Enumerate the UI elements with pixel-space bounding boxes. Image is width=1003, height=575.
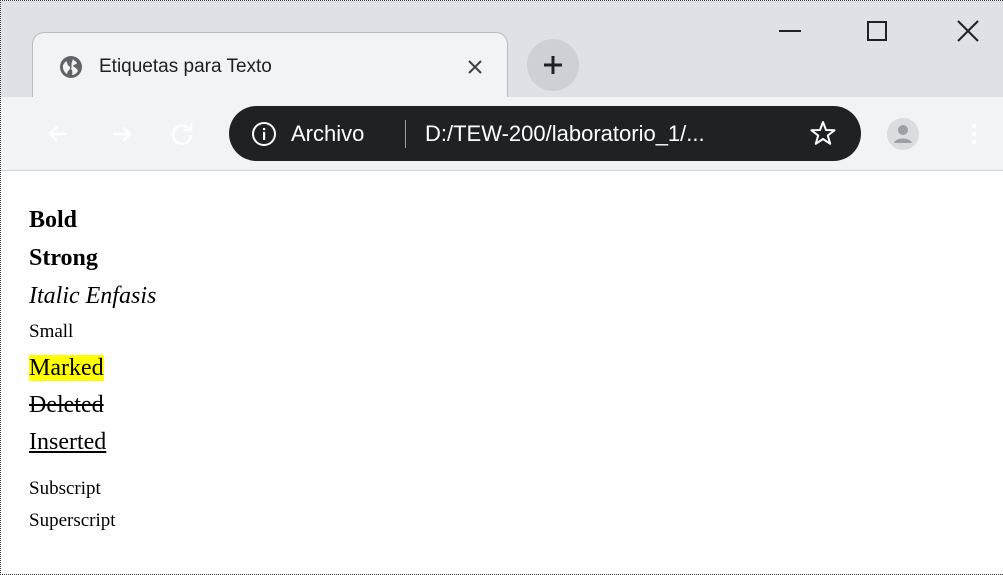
marked-line: Marked <box>29 349 156 387</box>
bold-text: Bold <box>29 207 78 233</box>
star-icon[interactable] <box>809 119 837 147</box>
tab-title: Etiquetas para Texto <box>99 56 272 77</box>
browser-window: Etiquetas para Texto Archivo D:/TEW-200/… <box>0 0 1003 575</box>
page-content: Bold Strong Italic Enfasis Small Marked … <box>29 201 156 537</box>
superscript-text: Superscript <box>29 510 116 531</box>
address-bar[interactable]: Archivo D:/TEW-200/laboratorio_1/... <box>229 106 861 161</box>
title-bar: Etiquetas para Texto <box>1 1 1003 98</box>
close-window-icon[interactable] <box>954 17 982 45</box>
plus-icon <box>544 56 562 74</box>
subscript-text: Subscript <box>29 478 101 499</box>
url-text[interactable]: D:/TEW-200/laboratorio_1/... <box>425 106 705 161</box>
small-text: Small <box>29 321 74 342</box>
profile-avatar-icon[interactable] <box>887 118 919 150</box>
minimize-icon[interactable] <box>776 17 804 45</box>
maximize-icon[interactable] <box>863 17 891 45</box>
marked-text: Marked <box>29 355 104 381</box>
deleted-text: Deleted <box>29 392 104 418</box>
close-tab-icon[interactable] <box>463 55 487 79</box>
address-divider <box>405 120 406 148</box>
new-tab-button[interactable] <box>527 39 579 91</box>
strong-text: Strong <box>29 245 98 271</box>
inserted-text: Inserted <box>29 429 107 455</box>
info-icon[interactable] <box>251 121 277 147</box>
tab-etiquetas-para-texto[interactable]: Etiquetas para Texto <box>32 32 508 98</box>
italic-emphasis-text: Italic Enfasis <box>29 283 157 309</box>
reload-icon[interactable] <box>167 119 197 149</box>
back-arrow-icon[interactable] <box>43 119 73 149</box>
browser-toolbar: Archivo D:/TEW-200/laboratorio_1/... <box>1 97 1003 171</box>
origin-label: Archivo <box>291 121 365 146</box>
forward-arrow-icon[interactable] <box>107 119 137 149</box>
globe-icon <box>60 56 82 78</box>
menu-kebab-icon[interactable] <box>959 119 989 149</box>
